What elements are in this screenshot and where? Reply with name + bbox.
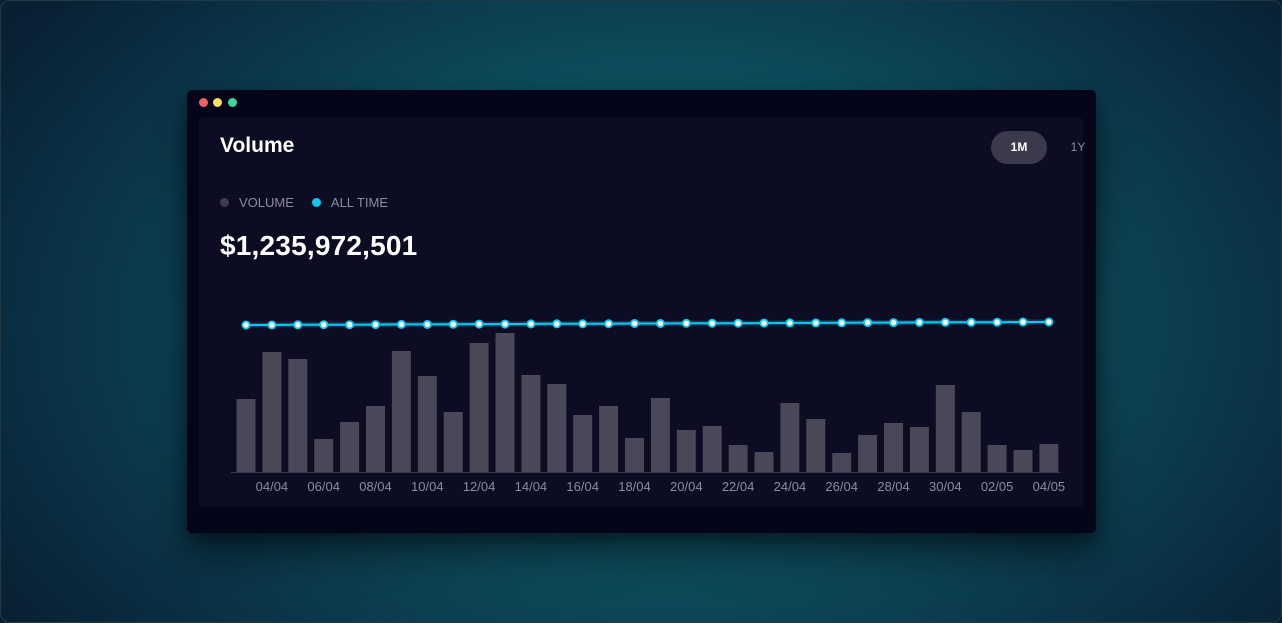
window-minimize-dot[interactable] bbox=[213, 98, 222, 107]
volume-bar bbox=[806, 419, 826, 472]
all-time-point bbox=[526, 319, 536, 329]
x-tick-label: 26/04 bbox=[825, 479, 858, 494]
volume-bar bbox=[314, 439, 334, 472]
volume-bar bbox=[650, 398, 670, 472]
all-time-point bbox=[785, 318, 795, 328]
all-time-point bbox=[992, 317, 1002, 327]
all-time-point bbox=[500, 319, 510, 329]
all-time-point bbox=[474, 319, 484, 329]
x-tick-label: 16/04 bbox=[566, 479, 599, 494]
x-tick-label: 24/04 bbox=[774, 479, 807, 494]
volume-bar bbox=[599, 406, 619, 472]
x-tick-label: 20/04 bbox=[670, 479, 703, 494]
all-time-point bbox=[863, 318, 873, 328]
all-time-point bbox=[422, 319, 432, 329]
x-tick-label: 10/04 bbox=[411, 479, 444, 494]
volume-bar bbox=[443, 412, 463, 472]
volume-chart: 04/04 06/04 08/04 10/04 12/04 14/04 16/04 18/04… bbox=[231, 317, 1066, 494]
volume-bar bbox=[780, 403, 800, 472]
volume-bar bbox=[288, 359, 308, 472]
volume-bar bbox=[547, 384, 567, 472]
volume-bar bbox=[702, 426, 722, 472]
x-tick-label: 18/04 bbox=[618, 479, 651, 494]
all-time-point bbox=[889, 318, 899, 328]
all-time-point bbox=[837, 318, 847, 328]
background-stage: Volume 1M 1Y VOLUME ALL TIME $1,235,972,… bbox=[0, 0, 1282, 623]
all-time-point bbox=[733, 318, 743, 328]
volume-bar bbox=[521, 375, 541, 472]
all-time-point bbox=[370, 320, 380, 330]
all-time-point bbox=[552, 319, 562, 329]
volume-bar bbox=[858, 435, 878, 472]
volume-bar bbox=[391, 351, 411, 472]
window-maximize-dot[interactable] bbox=[228, 98, 237, 107]
x-tick-label: 04/05 bbox=[1033, 479, 1066, 494]
all-time-point bbox=[241, 320, 251, 330]
window-close-dot[interactable] bbox=[199, 98, 208, 107]
x-tick-label: 02/05 bbox=[981, 479, 1014, 494]
all-time-point bbox=[1018, 317, 1028, 327]
chart-window: Volume 1M 1Y VOLUME ALL TIME $1,235,972,… bbox=[187, 90, 1096, 533]
volume-bar bbox=[262, 352, 282, 472]
volume-bar bbox=[961, 412, 981, 472]
volume-card: Volume 1M 1Y VOLUME ALL TIME $1,235,972,… bbox=[199, 118, 1085, 507]
all-time-point bbox=[966, 317, 976, 327]
volume-bar bbox=[935, 385, 955, 472]
all-time-point bbox=[655, 318, 665, 328]
x-tick-label: 30/04 bbox=[929, 479, 962, 494]
all-time-point bbox=[759, 318, 769, 328]
all-time-point bbox=[345, 320, 355, 330]
volume-bar bbox=[754, 452, 774, 472]
all-time-point bbox=[293, 320, 303, 330]
all-time-point bbox=[811, 318, 821, 328]
x-tick-label: 14/04 bbox=[515, 479, 548, 494]
volume-bar bbox=[469, 343, 489, 472]
all-time-point bbox=[448, 319, 458, 329]
all-time-point bbox=[940, 317, 950, 327]
all-time-point bbox=[707, 318, 717, 328]
volume-bar bbox=[676, 430, 696, 472]
x-tick-label: 06/04 bbox=[307, 479, 340, 494]
volume-bar bbox=[366, 406, 385, 472]
all-time-point bbox=[629, 318, 639, 328]
volume-bar bbox=[625, 438, 644, 472]
x-tick-label: 08/04 bbox=[359, 479, 392, 494]
volume-bar bbox=[1013, 450, 1033, 472]
all-time-point bbox=[396, 319, 406, 329]
volume-bar bbox=[884, 423, 903, 472]
volume-bar bbox=[340, 422, 360, 472]
all-time-point bbox=[1044, 317, 1054, 327]
all-time-point bbox=[319, 320, 329, 330]
all-time-point bbox=[267, 320, 277, 330]
volume-bar bbox=[417, 376, 437, 472]
all-time-point bbox=[604, 319, 614, 329]
x-tick-label: 12/04 bbox=[463, 479, 496, 494]
all-time-point bbox=[578, 319, 588, 329]
x-tick-label: 28/04 bbox=[877, 479, 910, 494]
volume-bar bbox=[495, 333, 515, 472]
x-tick-label: 04/04 bbox=[256, 479, 289, 494]
x-tick-label: 22/04 bbox=[722, 479, 755, 494]
all-time-point bbox=[914, 317, 924, 327]
volume-bar bbox=[236, 399, 256, 472]
volume-bar bbox=[909, 427, 929, 472]
volume-bar bbox=[728, 445, 748, 472]
volume-bar bbox=[832, 453, 852, 472]
all-time-point bbox=[681, 318, 691, 328]
volume-bar bbox=[573, 415, 593, 472]
volume-bar bbox=[1039, 444, 1059, 472]
volume-bar bbox=[987, 445, 1007, 472]
